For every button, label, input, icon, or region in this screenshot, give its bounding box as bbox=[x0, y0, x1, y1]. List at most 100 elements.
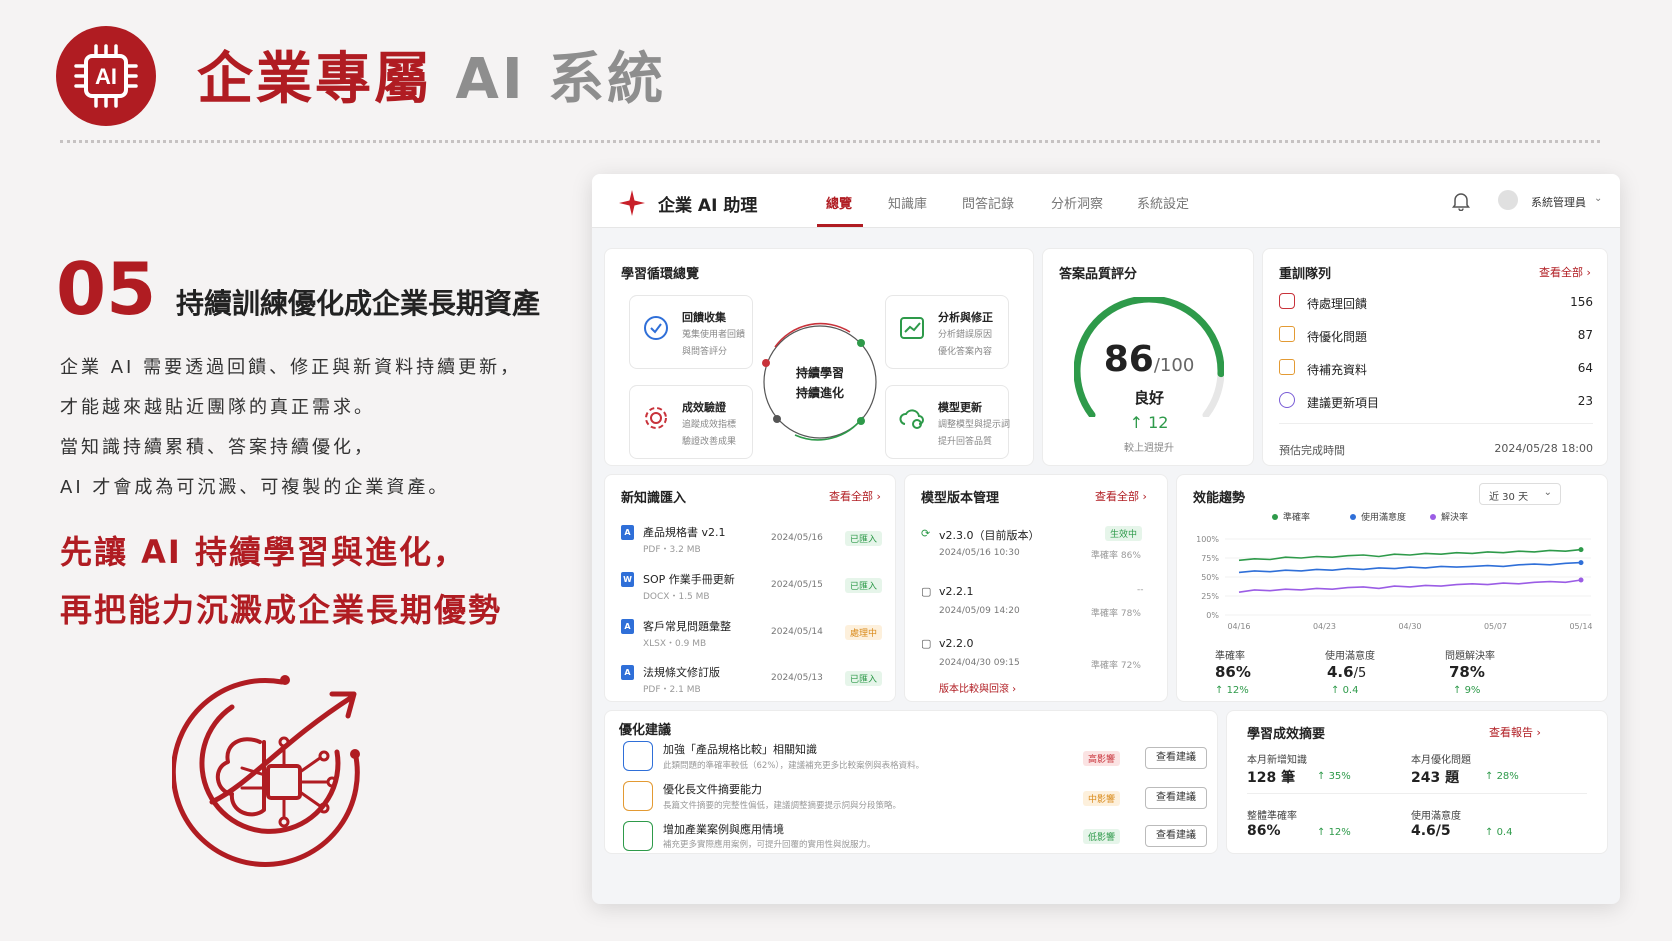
version-name[interactable]: v2.3.0（目前版本） bbox=[939, 527, 1040, 543]
x-tick-label: 04/30 bbox=[1398, 622, 1421, 631]
x-tick-label: 04/23 bbox=[1313, 622, 1336, 631]
document-icon bbox=[1279, 359, 1295, 375]
view-suggestion-button[interactable]: 查看建議 bbox=[1145, 825, 1207, 847]
app-header: 企業 AI 助理 總覽 知識庫 問答記錄 分析洞察 系統設定 系統管理員 ⌄ bbox=[592, 174, 1620, 228]
file-date: 2024/05/16 bbox=[771, 533, 823, 543]
queue-count: 64 bbox=[1577, 361, 1593, 375]
queue-count: 156 bbox=[1570, 295, 1593, 309]
impact-badge: 低影響 bbox=[1083, 829, 1121, 844]
suggestion-desc: 長篇文件摘要的完整性偏低，建議調整摘要提示詞與分段策略。 bbox=[663, 801, 902, 811]
gear-icon bbox=[645, 407, 667, 429]
user-name[interactable]: 系統管理員 bbox=[1531, 194, 1586, 210]
pdf-file-icon: A bbox=[621, 525, 634, 540]
file-name[interactable]: 客戶常見問題彙整 bbox=[643, 618, 731, 634]
legend-label: 準確率 bbox=[1283, 511, 1310, 523]
file-name[interactable]: SOP 作業手冊更新 bbox=[643, 571, 735, 587]
version-accuracy: 準確率 86% bbox=[1091, 551, 1141, 561]
file-name[interactable]: 產品規格書 v2.1 bbox=[643, 524, 726, 540]
summary-label: 本月新增知識 bbox=[1247, 755, 1307, 766]
pdf-file-icon: A bbox=[621, 619, 634, 634]
loop-step-desc: 追蹤成效指標 驗證改善成果 bbox=[682, 420, 737, 447]
suggestion-title: 加強「產品規格比較」相關知識 bbox=[663, 743, 817, 756]
version-name[interactable]: v2.2.0 bbox=[939, 637, 974, 650]
queue-label: 待處理回饋 bbox=[1307, 297, 1368, 311]
y-tick-label: 25% bbox=[1201, 592, 1219, 601]
brand[interactable]: 企業 AI 助理 bbox=[618, 189, 757, 217]
legend-label: 使用滿意度 bbox=[1361, 511, 1406, 523]
chevron-down-icon: ⌄ bbox=[1543, 487, 1552, 498]
series-end-point bbox=[1578, 577, 1584, 583]
ai-chip-logo: AI bbox=[56, 26, 156, 126]
highlight-line: 再把能力沉澱成企業長期優勢 bbox=[60, 591, 503, 629]
queue-label: 待補充資料 bbox=[1307, 363, 1368, 377]
card-title: 學習成效摘要 bbox=[1247, 727, 1326, 742]
series-end-point bbox=[1578, 560, 1584, 566]
tab-settings[interactable]: 系統設定 bbox=[1137, 193, 1189, 212]
view-all-link[interactable]: 查看全部 › bbox=[1095, 488, 1147, 504]
status-badge: 已匯入 bbox=[845, 578, 883, 593]
loop-step-desc: 調整模型與提示詞 提升回答品質 bbox=[938, 420, 1011, 447]
view-all-link[interactable]: 查看全部 › bbox=[829, 488, 881, 504]
app-window: 企業 AI 助理 總覽 知識庫 問答記錄 分析洞察 系統設定 系統管理員 ⌄ 學… bbox=[592, 174, 1620, 904]
highlight-line: 先讓 AI 持續學習與進化， bbox=[60, 533, 467, 571]
card-title: 學習循環總覽 bbox=[621, 267, 700, 282]
card-title: 新知識匯入 bbox=[621, 491, 687, 506]
sparkle-icon bbox=[619, 190, 645, 216]
x-tick-label: 05/14 bbox=[1569, 622, 1592, 631]
tab-overview[interactable]: 總覽 bbox=[826, 193, 852, 212]
version-name[interactable]: v2.2.1 bbox=[939, 585, 974, 598]
eta-label: 預估完成時間 bbox=[1279, 444, 1345, 457]
loop-step-model-update[interactable]: 模型更新 調整模型與提示詞 提升回答品質 bbox=[885, 385, 1011, 459]
eta-value: 2024/05/28 18:00 bbox=[1494, 442, 1593, 455]
tab-qa-records[interactable]: 問答記錄 bbox=[962, 193, 1014, 212]
loop-step-validation[interactable]: 成效驗證 追蹤成效指標 驗證改善成果 bbox=[629, 385, 753, 459]
file-name[interactable]: 法規條文修訂版 bbox=[643, 664, 720, 680]
loop-step-analysis[interactable]: 分析與修正 分析錯誤原因 優化答案內容 bbox=[885, 295, 1009, 369]
avatar[interactable] bbox=[1498, 190, 1518, 210]
document-icon: ▢ bbox=[921, 637, 932, 650]
kpi-label: 使用滿意度 bbox=[1325, 651, 1375, 662]
file-meta: PDF・2.1 MB bbox=[643, 685, 701, 695]
status-badge: 生效中 bbox=[1105, 526, 1143, 541]
card-title: 答案品質評分 bbox=[1059, 267, 1138, 282]
version-compare-link[interactable]: 版本比較與回滾 › bbox=[939, 680, 1016, 695]
loop-cycle-diagram: 持續學習 持續進化 bbox=[762, 322, 877, 441]
quality-score: 86/100 bbox=[1103, 339, 1195, 380]
learning-loop-card: 學習循環總覽 持續學習 持續進化 回饋收集 蒐集使用者回饋 與問答評分 分析與修正… bbox=[604, 248, 1034, 466]
summary-delta: ↑ 28% bbox=[1485, 771, 1519, 782]
impact-badge: 中影響 bbox=[1083, 791, 1121, 806]
y-tick-label: 50% bbox=[1201, 573, 1219, 582]
view-all-link[interactable]: 查看全部 › bbox=[1539, 264, 1591, 280]
cloud-refresh-icon bbox=[899, 409, 924, 429]
suggestion-title: 優化長文件摘要能力 bbox=[663, 783, 762, 796]
loop-step-title: 模型更新 bbox=[938, 401, 982, 414]
status-badge: 處理中 bbox=[845, 625, 883, 640]
file-meta: DOCX・1.5 MB bbox=[643, 592, 710, 602]
quality-delta-label: 較上週提升 bbox=[1124, 443, 1174, 454]
view-report-link[interactable]: 查看報告 › bbox=[1489, 724, 1541, 740]
range-select[interactable]: 近 30 天 ⌄ bbox=[1479, 483, 1561, 505]
view-suggestion-button[interactable]: 查看建議 bbox=[1145, 787, 1207, 809]
slide-title: 企業專屬 AI 系統 bbox=[197, 47, 667, 112]
svg-text:持續學習: 持續學習 bbox=[796, 365, 844, 380]
kpi-label: 準確率 bbox=[1215, 651, 1245, 662]
learning-summary-card: 學習成效摘要 查看報告 › 本月新增知識 128 筆 ↑ 35% 本月優化問題 … bbox=[1226, 710, 1608, 854]
bell-icon[interactable] bbox=[1452, 191, 1470, 211]
model-versions-card: 模型版本管理 查看全部 › ⟳ v2.3.0（目前版本） 2024/05/16 … bbox=[904, 474, 1168, 702]
chevron-down-icon[interactable]: ⌄ bbox=[1594, 193, 1602, 204]
card-title: 優化建議 bbox=[619, 723, 672, 738]
version-accuracy: 準確率 72% bbox=[1091, 661, 1141, 671]
view-suggestion-button[interactable]: 查看建議 bbox=[1145, 747, 1207, 769]
loop-step-feedback[interactable]: 回饋收集 蒐集使用者回饋 與問答評分 bbox=[629, 295, 753, 369]
document-icon bbox=[1279, 326, 1295, 342]
document-icon: ▢ bbox=[921, 585, 932, 598]
body-paragraph-line: 當知識持續累積、答案持續優化， bbox=[60, 437, 375, 458]
body-paragraph-line: 企業 AI 需要透過回饋、修正與新資料持續更新， bbox=[60, 357, 522, 378]
status-badge: 已匯入 bbox=[845, 531, 883, 546]
active-tab-indicator bbox=[817, 224, 863, 227]
document-search-icon bbox=[623, 741, 653, 771]
tab-analytics[interactable]: 分析洞察 bbox=[1051, 193, 1103, 212]
kpi-value: 86% bbox=[1215, 663, 1251, 681]
new-knowledge-card: 新知識匯入 查看全部 › A 產品規格書 v2.1 PDF・3.2 MB 202… bbox=[604, 474, 896, 702]
tab-knowledge-base[interactable]: 知識庫 bbox=[888, 193, 927, 212]
